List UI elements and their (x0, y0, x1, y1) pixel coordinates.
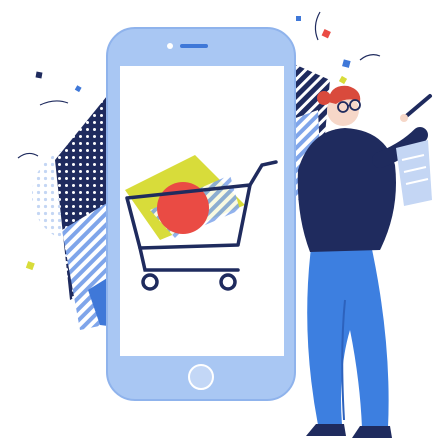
woman-with-clipboard (297, 85, 432, 438)
illustration-stage (0, 0, 435, 442)
illustration (17, 11, 432, 438)
